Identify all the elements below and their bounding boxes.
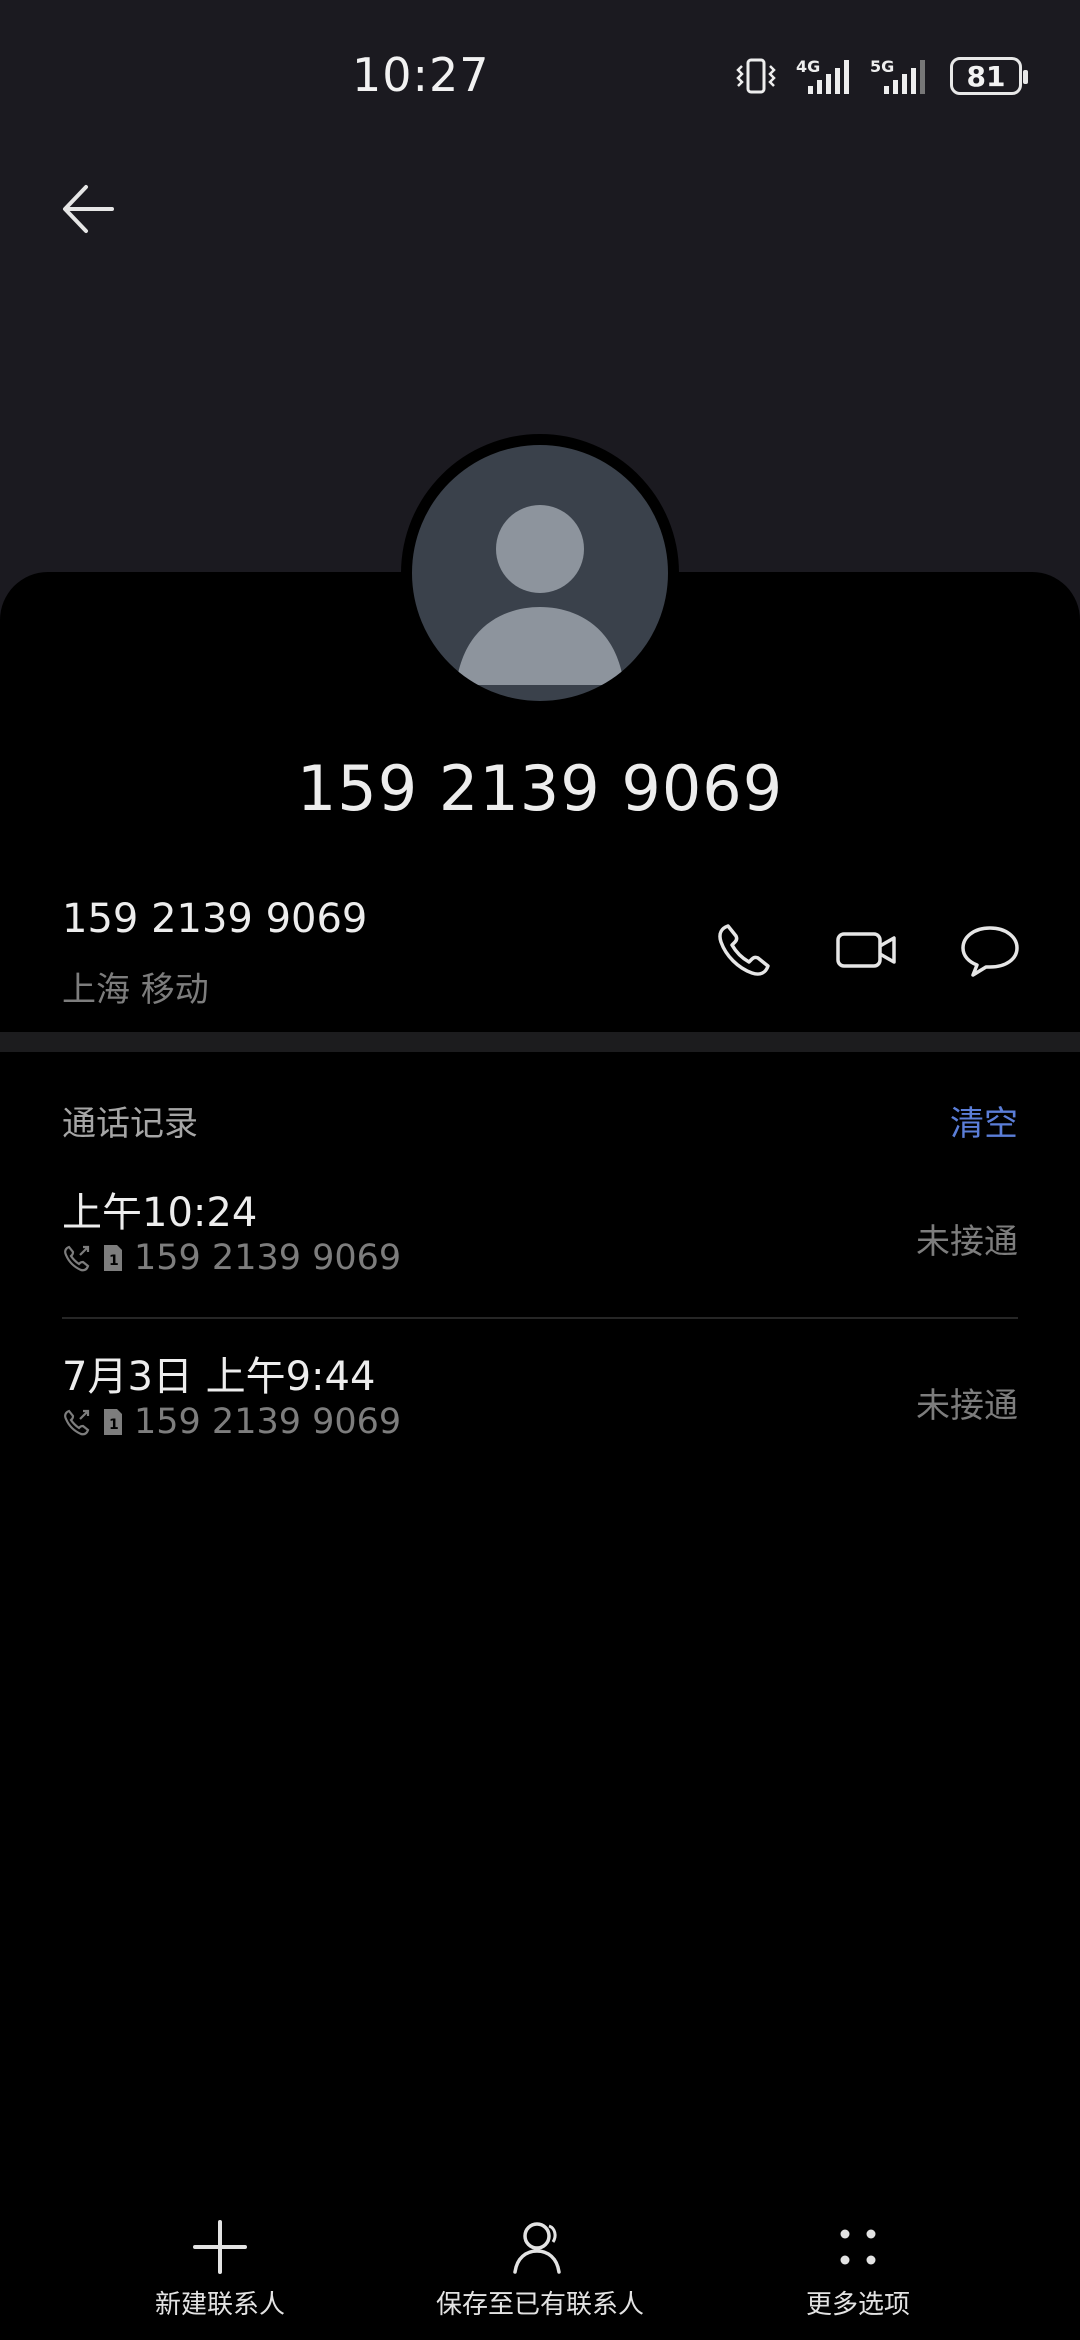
contact-detail-screen: 10:27 4G 5G 81 159 2139 9069 159 2139 90… bbox=[0, 0, 1080, 2340]
sim-1-icon: 1 bbox=[104, 1409, 122, 1435]
vibrate-icon bbox=[734, 56, 778, 96]
new-contact-label: 新建联系人 bbox=[154, 2290, 285, 2320]
call-sub-info: 1 159 2139 9069 bbox=[62, 1238, 401, 1278]
back-button[interactable] bbox=[56, 178, 126, 238]
row-divider bbox=[62, 1317, 1018, 1319]
back-arrow-icon bbox=[63, 185, 114, 233]
call-log-item[interactable]: 上午10:24 1 159 2139 9069 未接通 bbox=[62, 1180, 1018, 1330]
battery-indicator: 81 bbox=[950, 57, 1028, 95]
avatar[interactable] bbox=[412, 445, 668, 701]
signal-4g-icon: 4G bbox=[796, 56, 852, 96]
call-time: 7月3日 上午9:44 bbox=[62, 1354, 376, 1400]
outgoing-call-icon bbox=[64, 1409, 90, 1436]
chat-bubble-icon bbox=[961, 926, 1019, 977]
video-call-button[interactable] bbox=[834, 920, 900, 980]
plus-icon bbox=[193, 2220, 247, 2274]
more-dots-icon bbox=[840, 2229, 876, 2265]
sim-1-icon: 1 bbox=[104, 1245, 122, 1271]
more-options-button[interactable]: 更多选项 bbox=[778, 2218, 938, 2328]
call-log-title: 通话记录 bbox=[62, 1104, 198, 1144]
contact-title-number: 159 2139 9069 bbox=[296, 752, 784, 825]
svg-text:1: 1 bbox=[109, 1417, 119, 1433]
battery-level: 81 bbox=[966, 59, 1006, 93]
save-to-existing-button[interactable]: 保存至已有联系人 bbox=[410, 2218, 670, 2328]
call-log-item[interactable]: 7月3日 上午9:44 1 159 2139 9069 未接通 bbox=[62, 1344, 1018, 1494]
svg-text:4G: 4G bbox=[796, 57, 820, 76]
call-time: 上午10:24 bbox=[62, 1190, 258, 1236]
call-number: 159 2139 9069 bbox=[134, 1238, 402, 1278]
svg-text:1: 1 bbox=[109, 1253, 119, 1269]
call-sub-info: 1 159 2139 9069 bbox=[62, 1402, 401, 1442]
add-to-contact-icon bbox=[513, 2222, 561, 2274]
signal-5g-icon: 5G bbox=[870, 56, 932, 96]
save-to-existing-label: 保存至已有联系人 bbox=[435, 2290, 644, 2320]
call-number: 159 2139 9069 bbox=[134, 1402, 402, 1442]
call-status: 未接通 bbox=[916, 1386, 1018, 1426]
new-contact-button[interactable]: 新建联系人 bbox=[130, 2218, 310, 2328]
contact-number[interactable]: 159 2139 9069 bbox=[62, 896, 367, 942]
video-camera-icon bbox=[836, 932, 896, 968]
status-icons: 4G 5G 81 bbox=[734, 54, 1028, 98]
status-time: 10:27 bbox=[352, 48, 490, 102]
call-status: 未接通 bbox=[916, 1222, 1018, 1262]
outgoing-call-icon bbox=[64, 1245, 90, 1272]
person-placeholder-icon bbox=[456, 505, 624, 685]
phone-icon bbox=[718, 924, 770, 976]
clear-call-log-button[interactable]: 清空 bbox=[950, 1096, 1018, 1145]
svg-text:5G: 5G bbox=[870, 57, 894, 76]
contact-location: 上海 移动 bbox=[62, 970, 209, 1010]
more-options-label: 更多选项 bbox=[805, 2290, 910, 2320]
message-button[interactable] bbox=[958, 920, 1022, 980]
call-button[interactable] bbox=[712, 920, 776, 980]
section-divider bbox=[0, 1032, 1080, 1052]
